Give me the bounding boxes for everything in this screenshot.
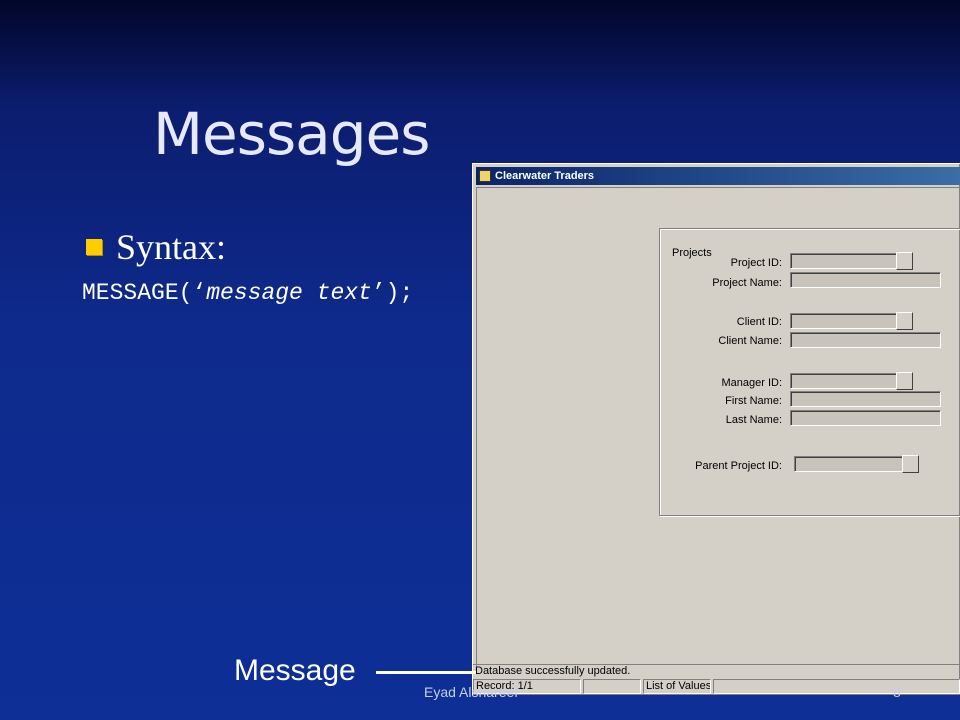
client-name-label: Client Name: [718, 335, 782, 347]
form-canvas: Projects Project ID: Project Name: Clien… [476, 187, 960, 666]
first-name-label: First Name: [725, 395, 782, 407]
manager-id-lov-button[interactable] [896, 372, 913, 390]
slide-title: Messages [153, 100, 430, 168]
client-id-label: Client ID: [736, 316, 782, 328]
project-name-label: Project Name: [712, 277, 782, 289]
clearwater-window: Clearwater Traders Projects Project ID: … [472, 163, 960, 695]
status-list-of-values: List of Values [643, 679, 711, 694]
code-line: MESSAGE(‘message text’); [82, 280, 413, 306]
manager-id-input[interactable] [790, 373, 897, 389]
parent-project-id-lov-button[interactable] [902, 455, 919, 473]
project-id-input[interactable] [790, 253, 897, 269]
status-cell-empty-1 [583, 679, 641, 694]
bullet-syntax: Syntax: [86, 226, 226, 268]
project-id-label: Project ID: [730, 257, 782, 269]
callout-line [376, 671, 476, 674]
message-callout: Message [234, 654, 356, 687]
status-cell-empty-2 [713, 679, 960, 694]
app-icon [479, 170, 491, 182]
project-name-input[interactable] [790, 272, 941, 288]
manager-id-label: Manager ID: [721, 377, 782, 389]
last-name-label: Last Name: [725, 414, 782, 426]
status-message: Database successfully updated. [473, 664, 960, 678]
last-name-input[interactable] [790, 410, 941, 426]
code-suffix: ’); [371, 280, 414, 306]
window-title-bar[interactable]: Clearwater Traders [476, 167, 960, 185]
client-id-lov-button[interactable] [896, 312, 913, 330]
project-id-lov-button[interactable] [896, 252, 913, 270]
footer-page-number: 8 [893, 684, 901, 700]
window-title: Clearwater Traders [495, 170, 595, 182]
client-id-input[interactable] [790, 313, 897, 329]
footer-author: Eyad Alshareef [424, 684, 519, 700]
client-name-input[interactable] [790, 332, 941, 348]
bullet-text: Syntax: [116, 227, 227, 267]
bullet-square-icon [86, 239, 102, 255]
status-bar: Record: 1/1 List of Values [473, 679, 960, 695]
parent-project-id-input[interactable] [794, 456, 903, 472]
first-name-input[interactable] [790, 391, 941, 407]
parent-project-id-label: Parent Project ID: [695, 460, 782, 472]
code-prefix: MESSAGE(‘ [82, 280, 207, 306]
code-argument: message text [206, 280, 372, 306]
